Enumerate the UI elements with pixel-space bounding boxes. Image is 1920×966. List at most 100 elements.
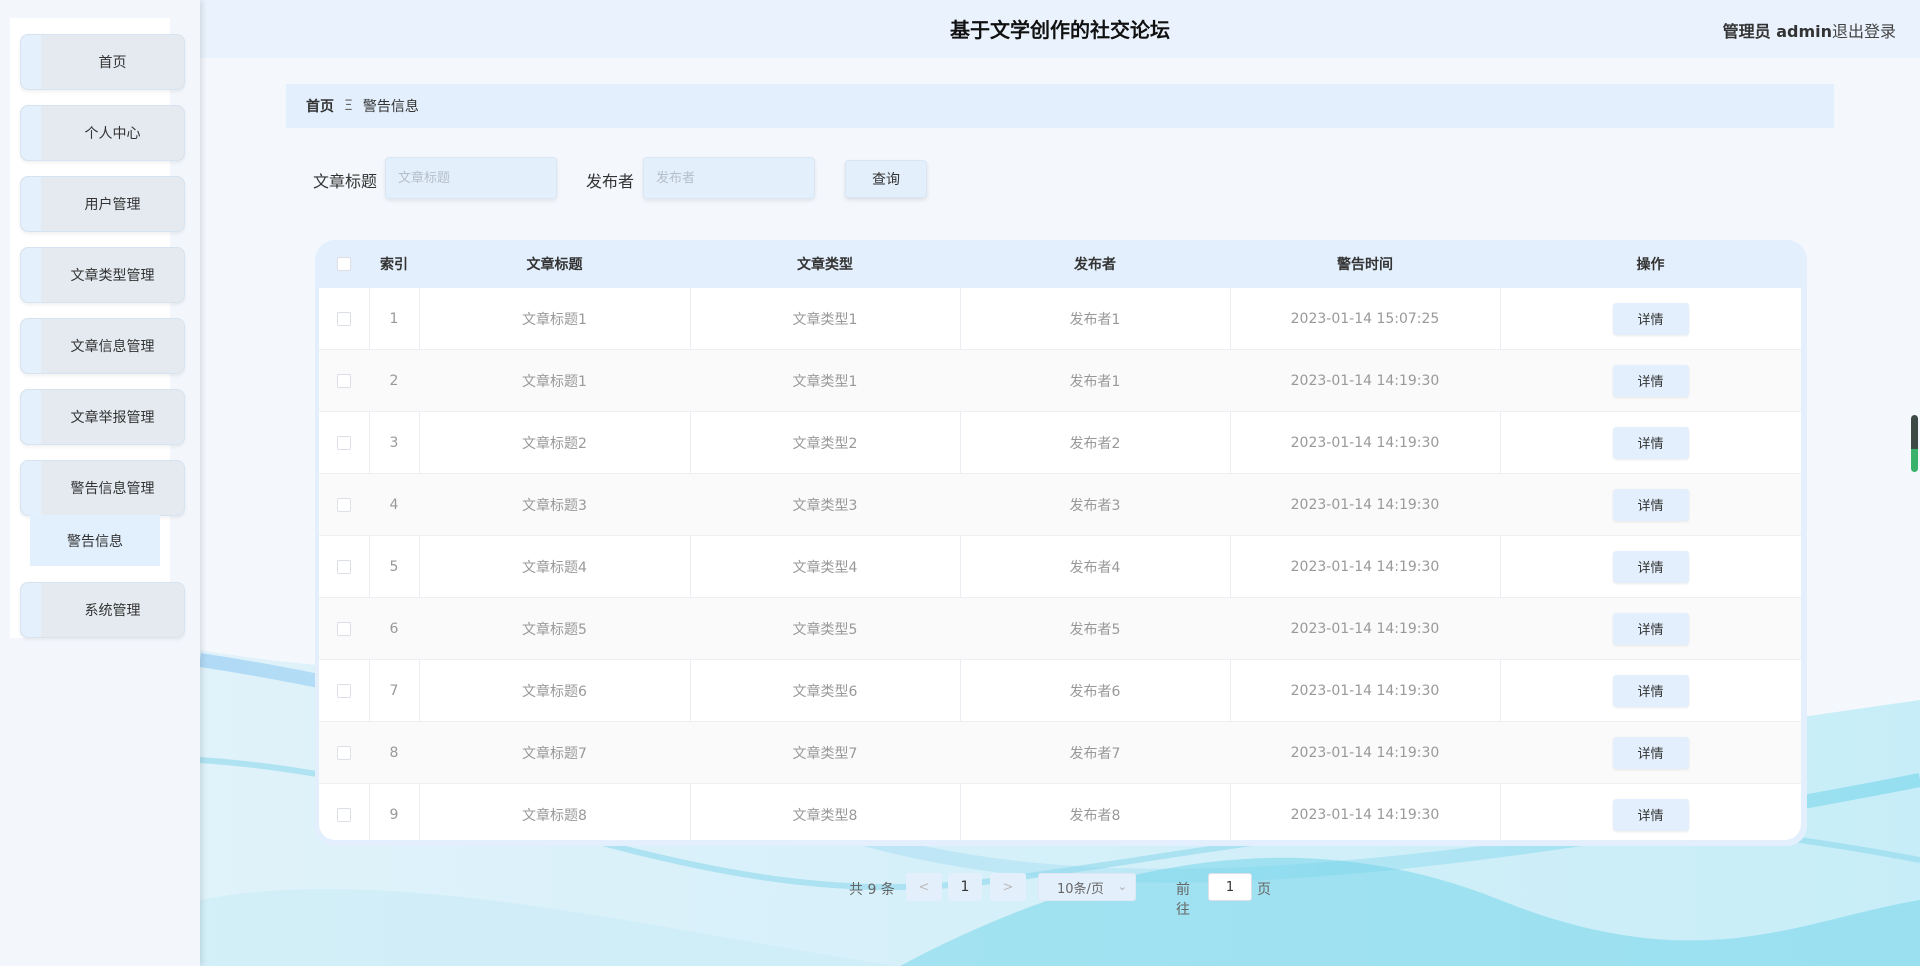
detail-button[interactable]: 详情 [1612,798,1689,831]
index-cell: 1 [389,310,399,327]
index-cell: 9 [389,806,399,823]
table-row: 8 文章标题7 文章类型7 发布者7 2023-01-14 14:19:30 详情 [319,722,1801,784]
title-cell: 文章标题4 [522,559,587,576]
publisher-cell: 发布者5 [1069,621,1121,638]
index-cell: 4 [389,496,399,513]
index-cell: 5 [389,558,399,575]
goto-page-input[interactable] [1208,873,1252,901]
actions-cell: 详情 [1500,598,1801,659]
row-checkbox[interactable] [337,807,351,822]
sidebar-item-label: 警告信息管理 [70,481,155,497]
publisher-search-input[interactable] [643,157,815,199]
select-all-checkbox[interactable] [337,257,351,271]
row-checkbox[interactable] [337,497,351,512]
select-all-cell [319,240,369,288]
sidebar-item-label: 文章信息管理 [70,339,155,355]
page-number-current[interactable]: 1 [948,873,982,901]
table-row: 4 文章标题3 文章类型3 发布者3 2023-01-14 14:19:30 详情 [319,474,1801,536]
actions-cell: 详情 [1500,412,1801,473]
title-cell: 文章标题3 [522,497,587,514]
goto-label: 前往 [1176,882,1190,918]
row-checkbox[interactable] [337,559,351,574]
actions-cell: 详情 [1500,536,1801,597]
scrollbar-thumb[interactable] [1911,415,1918,472]
publisher-cell: 发布者8 [1069,807,1121,824]
table-row: 9 文章标题8 文章类型8 发布者8 2023-01-14 14:19:30 详情 [319,784,1801,840]
detail-button[interactable]: 详情 [1612,302,1689,335]
user-icon [21,106,41,160]
column-header-type: 文章类型 [797,257,853,273]
sidebar-item-label: 文章类型管理 [70,268,155,284]
actions-cell: 详情 [1500,660,1801,721]
row-select-cell [319,722,369,783]
next-page-button[interactable]: > [990,873,1026,901]
row-checkbox[interactable] [337,621,351,636]
sidebar-subitem-warning-info[interactable]: 警告信息 [30,515,160,566]
title-cell: 文章标题1 [522,311,587,328]
detail-button[interactable]: 详情 [1612,550,1689,583]
type-cell: 文章类型1 [792,311,858,328]
column-header-index: 索引 [380,257,408,273]
row-select-cell [319,350,369,411]
row-checkbox[interactable] [337,311,351,326]
goto-page-unit: 页 [1257,882,1271,898]
sidebar: 首页 个人中心 用户管理 文章类型管理 文章信息管理 文章举报管理 警告信息管理… [0,0,200,966]
sidebar-item-warnings[interactable]: 警告信息管理 [20,460,185,516]
detail-button[interactable]: 详情 [1612,736,1689,769]
sidebar-item-reports[interactable]: 文章举报管理 [20,389,185,445]
column-header-title: 文章标题 [526,257,583,273]
sidebar-item-system[interactable]: 系统管理 [20,582,185,638]
warning-time-cell: 2023-01-14 15:07:25 [1290,310,1440,327]
detail-button[interactable]: 详情 [1612,364,1689,397]
logout-link[interactable]: 退出登录 [1832,18,1896,42]
publisher-cell: 发布者6 [1069,683,1121,700]
sidebar-item-profile[interactable]: 个人中心 [20,105,185,161]
pagination-total: 共 9 条 [849,882,895,898]
sidebar-item-label: 个人中心 [84,126,141,142]
sidebar-item-users[interactable]: 用户管理 [20,176,185,232]
breadcrumb: 首页 Ξ 警告信息 [286,84,1834,128]
row-checkbox[interactable] [337,745,351,760]
warning-icon [21,461,41,515]
title-cell: 文章标题6 [522,683,587,700]
type-cell: 文章类型2 [792,435,858,452]
chevron-down-icon: ⌄ [1117,880,1127,893]
sidebar-item-article-types[interactable]: 文章类型管理 [20,247,185,303]
row-checkbox[interactable] [337,373,351,388]
row-checkbox[interactable] [337,435,351,450]
sidebar-item-articles[interactable]: 文章信息管理 [20,318,185,374]
warning-time-cell: 2023-01-14 14:19:30 [1290,372,1440,389]
sidebar-item-home[interactable]: 首页 [20,34,185,90]
table-row: 7 文章标题6 文章类型6 发布者6 2023-01-14 14:19:30 详情 [319,660,1801,722]
breadcrumb-home[interactable]: 首页 [306,96,334,116]
warning-time-cell: 2023-01-14 14:19:30 [1290,806,1440,823]
actions-cell: 详情 [1500,722,1801,783]
actions-cell: 详情 [1500,784,1801,840]
publisher-cell: 发布者3 [1069,497,1121,514]
index-cell: 6 [389,620,399,637]
row-checkbox[interactable] [337,683,351,698]
detail-button[interactable]: 详情 [1612,488,1689,521]
detail-button[interactable]: 详情 [1612,612,1689,645]
title-search-input[interactable] [385,157,557,199]
row-select-cell [319,288,369,349]
row-select-cell [319,536,369,597]
actions-cell: 详情 [1500,350,1801,411]
warning-time-cell: 2023-01-14 14:19:30 [1290,744,1440,761]
warning-time-cell: 2023-01-14 14:19:30 [1290,434,1440,451]
page-size-select[interactable]: 10条/页 ⌄ [1038,873,1136,901]
type-cell: 文章类型8 [792,807,858,824]
detail-button[interactable]: 详情 [1612,426,1689,459]
article-icon [21,319,41,373]
prev-page-button[interactable]: < [906,873,942,901]
detail-button[interactable]: 详情 [1612,674,1689,707]
breadcrumb-current: 警告信息 [362,99,419,115]
index-cell: 8 [389,744,399,761]
page-size-value: 10条/页 [1057,881,1104,897]
warning-time-cell: 2023-01-14 14:19:30 [1290,558,1440,575]
current-user: 管理员 admin [1722,22,1832,41]
query-button[interactable]: 查询 [845,160,927,198]
type-cell: 文章类型4 [792,559,858,576]
actions-cell: 详情 [1500,474,1801,535]
warning-table: 索引 文章标题 文章类型 发布者 警告时间 操作 1 文章标题1 文章类型1 发布者1… [315,240,1807,846]
